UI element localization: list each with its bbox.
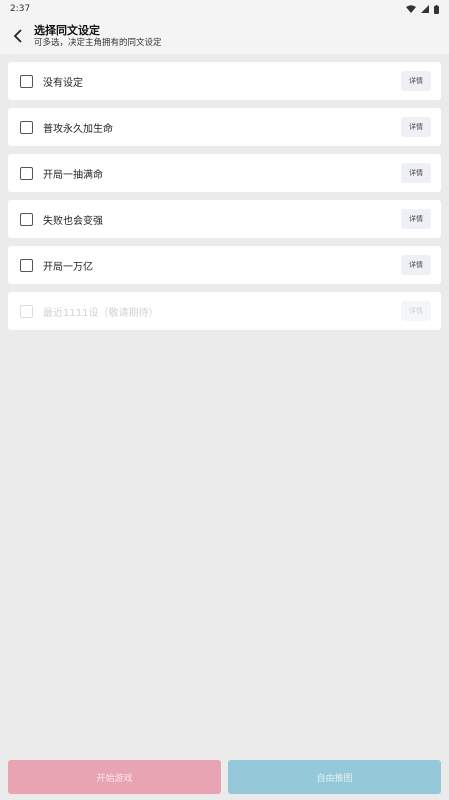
checkbox[interactable] xyxy=(20,166,33,180)
detail-button[interactable]: 详情 xyxy=(401,163,431,183)
back-button[interactable] xyxy=(8,22,28,50)
settings-list: 没有设定 详情 普攻永久加生命 详情 开局一抽满命 详情 失败也会变强 详情 开… xyxy=(0,54,449,330)
page-title: 选择同文设定 xyxy=(34,23,100,37)
start-game-button[interactable]: 开始游戏 xyxy=(8,760,221,794)
item-option[interactable]: 开局一抽满命 xyxy=(20,166,103,181)
header: 选择同文设定 可多选，决定主角拥有的同文设定 xyxy=(0,18,449,54)
list-item: 开局一万亿 详情 xyxy=(8,246,441,284)
list-item: 失败也会变强 详情 xyxy=(8,200,441,238)
wifi-icon xyxy=(406,5,416,13)
item-label: 没有设定 xyxy=(43,77,83,89)
list-item: 开局一抽满命 详情 xyxy=(8,154,441,192)
page-subtitle: 可多选，决定主角拥有的同文设定 xyxy=(34,37,162,48)
chevron-left-icon xyxy=(13,29,22,43)
status-time: 2:37 xyxy=(10,4,31,14)
item-label: 最近1111设（敬请期待） xyxy=(43,307,159,319)
list-item: 普攻永久加生命 详情 xyxy=(8,108,441,146)
item-option[interactable]: 失败也会变强 xyxy=(20,212,103,227)
detail-button[interactable]: 详情 xyxy=(401,117,431,137)
detail-button[interactable]: 详情 xyxy=(401,71,431,91)
item-option[interactable]: 没有设定 xyxy=(20,74,83,89)
checkbox[interactable] xyxy=(20,120,33,134)
checkbox[interactable] xyxy=(20,258,33,272)
item-option: 最近1111设（敬请期待） xyxy=(20,304,158,319)
footer-actions: 开始游戏 自由推图 xyxy=(0,760,449,794)
item-option[interactable]: 普攻永久加生命 xyxy=(20,120,113,135)
battery-icon xyxy=(434,4,439,14)
item-label: 开局一万亿 xyxy=(43,261,93,273)
item-label: 开局一抽满命 xyxy=(43,169,103,181)
checkbox xyxy=(20,304,33,318)
item-option[interactable]: 开局一万亿 xyxy=(20,258,93,273)
detail-button[interactable]: 详情 xyxy=(401,301,431,321)
status-bar: 2:37 xyxy=(0,0,449,18)
detail-button[interactable]: 详情 xyxy=(401,255,431,275)
checkbox[interactable] xyxy=(20,212,33,226)
list-item-disabled: 最近1111设（敬请期待） 详情 xyxy=(8,292,441,330)
list-item: 没有设定 详情 xyxy=(8,62,441,100)
header-titles: 选择同文设定 可多选，决定主角拥有的同文设定 xyxy=(34,24,162,48)
signal-icon xyxy=(421,5,429,13)
status-icons xyxy=(406,4,439,14)
detail-button[interactable]: 详情 xyxy=(401,209,431,229)
item-label: 普攻永久加生命 xyxy=(43,123,113,135)
item-label: 失败也会变强 xyxy=(43,215,103,227)
checkbox[interactable] xyxy=(20,74,33,88)
free-push-button[interactable]: 自由推图 xyxy=(228,760,441,794)
